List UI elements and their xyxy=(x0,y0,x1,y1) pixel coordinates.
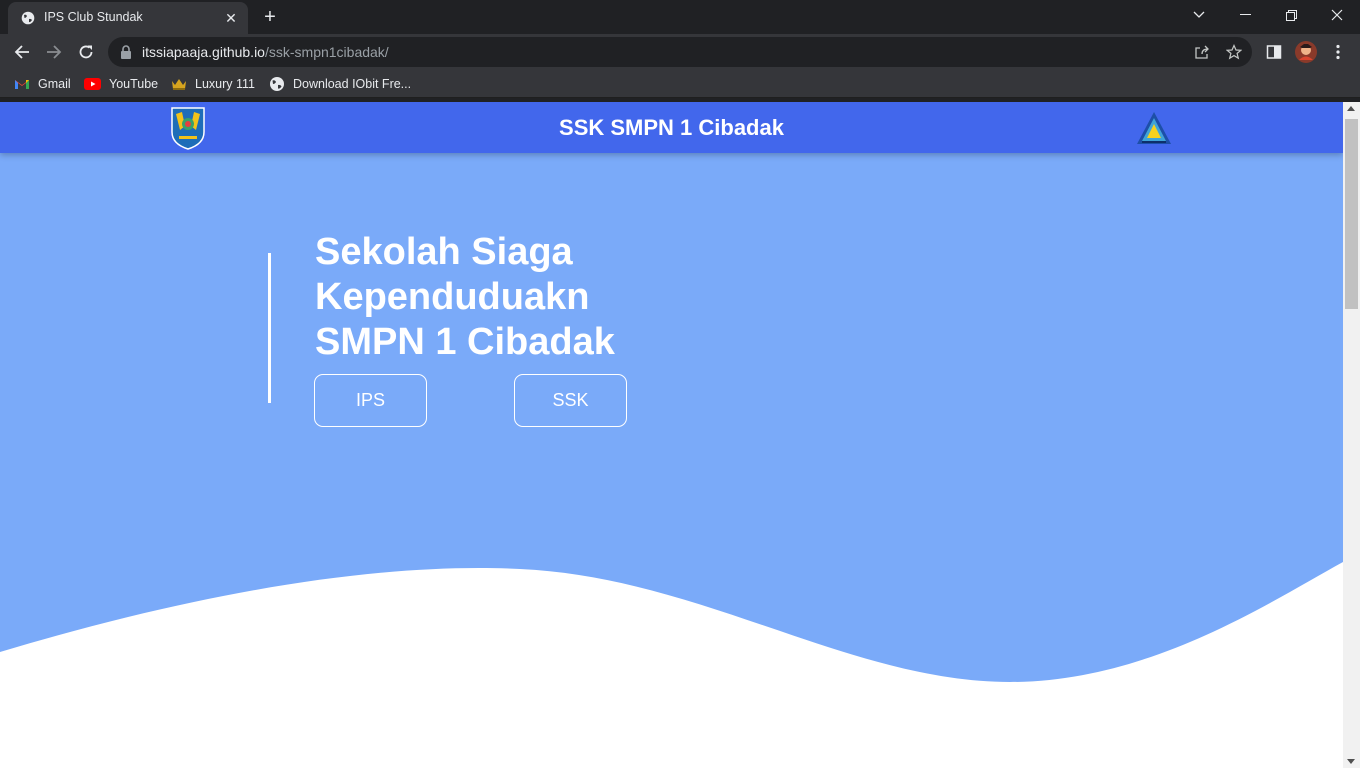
scroll-up-arrow-icon[interactable] xyxy=(1347,106,1355,111)
bookmark-luxury-111[interactable]: Luxury 111 xyxy=(171,75,255,93)
ips-button[interactable]: IPS xyxy=(314,374,427,427)
scrollbar-thumb[interactable] xyxy=(1345,119,1358,309)
restore-window-icon[interactable] xyxy=(1268,0,1314,30)
ssk-triangle-logo-icon[interactable] xyxy=(1136,111,1172,145)
gmail-icon xyxy=(15,80,29,89)
bookmark-youtube[interactable]: YouTube xyxy=(84,75,158,93)
bookmark-label: Luxury 111 xyxy=(195,77,255,91)
bookmarks-bar: Gmail YouTube Luxury 111 Download IObit … xyxy=(0,70,1360,98)
tab-title: IPS Club Stundak xyxy=(44,10,143,24)
url-text[interactable]: itssiapaaja.github.io/ssk-smpn1cibadak/ xyxy=(142,44,389,60)
new-tab-plus-icon[interactable]: + xyxy=(259,6,281,28)
globe-icon xyxy=(21,11,35,25)
hero-heading: Sekolah Siaga Kependuduakn SMPN 1 Cibada… xyxy=(315,230,615,365)
globe-icon xyxy=(270,77,284,91)
youtube-icon xyxy=(84,78,101,90)
share-icon[interactable] xyxy=(1192,42,1212,62)
bookmark-label: YouTube xyxy=(109,77,159,91)
hero-wave xyxy=(0,562,1343,768)
lock-icon[interactable] xyxy=(120,45,132,59)
close-tab-icon[interactable]: ✕ xyxy=(222,9,240,27)
browser-toolbar: itssiapaaja.github.io/ssk-smpn1cibadak/ xyxy=(0,34,1360,70)
scroll-down-arrow-icon[interactable] xyxy=(1347,759,1355,764)
address-bar[interactable]: itssiapaaja.github.io/ssk-smpn1cibadak/ xyxy=(108,37,1252,67)
browser-tab[interactable]: IPS Club Stundak ✕ xyxy=(8,2,248,34)
forward-arrow-icon[interactable] xyxy=(40,38,68,66)
bookmark-gmail[interactable]: Gmail xyxy=(14,75,71,93)
crown-icon xyxy=(172,79,186,90)
tab-search-chevron-icon[interactable] xyxy=(1176,0,1222,30)
ssk-button[interactable]: SSK xyxy=(514,374,627,427)
bookmark-star-icon[interactable] xyxy=(1224,42,1244,62)
site-header: SSK SMPN 1 Cibadak xyxy=(0,102,1343,153)
hero-heading-line: Sekolah Siaga xyxy=(315,231,573,273)
close-window-icon[interactable] xyxy=(1314,0,1360,30)
page-viewport: SSK SMPN 1 Cibadak Sekolah Siaga Kependu… xyxy=(0,102,1343,768)
bookmark-label: Gmail xyxy=(38,77,71,91)
back-arrow-icon[interactable] xyxy=(8,38,36,66)
browser-titlebar: IPS Club Stundak ✕ + xyxy=(0,0,1360,34)
side-panel-icon[interactable] xyxy=(1260,38,1288,66)
bookmark-label: Download IObit Fre... xyxy=(293,77,412,91)
bookmark-download-iobit[interactable]: Download IObit Fre... xyxy=(269,75,411,93)
more-menu-icon[interactable] xyxy=(1324,38,1352,66)
page-scrollbar[interactable] xyxy=(1343,102,1360,768)
minimize-icon[interactable] xyxy=(1222,0,1268,30)
url-host: itssiapaaja.github.io xyxy=(142,44,265,60)
profile-avatar[interactable] xyxy=(1292,38,1320,66)
url-path: /ssk-smpn1cibadak/ xyxy=(264,44,389,60)
hero-heading-line: Kependuduakn xyxy=(315,276,590,318)
hero-heading-line: SMPN 1 Cibadak xyxy=(315,321,615,363)
reload-icon[interactable] xyxy=(72,38,100,66)
hero-accent-line xyxy=(268,253,271,403)
